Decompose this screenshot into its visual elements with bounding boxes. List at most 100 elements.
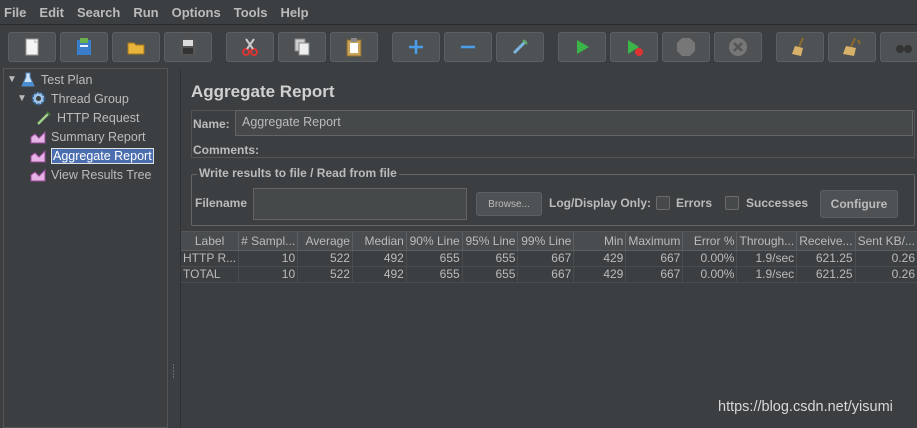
column-header[interactable]: Receive... — [796, 232, 856, 251]
table-cell: 0.00% — [682, 250, 738, 267]
browse-button[interactable]: Browse... — [476, 192, 542, 216]
aggregate-report-panel: Aggregate Report Name: Aggregate Report … — [180, 70, 917, 428]
table-header-row: Label # Sampl... Average Median 90% Line… — [181, 232, 917, 251]
tree-expanded-arrow-icon[interactable]: ▼ — [7, 74, 17, 85]
binoculars-icon — [896, 45, 912, 53]
tree-item-http-request[interactable]: HTTP Request — [35, 108, 139, 127]
table-cell: 667 — [517, 266, 575, 283]
clear-button[interactable] — [776, 32, 824, 62]
successes-label: Successes — [746, 196, 809, 210]
column-header[interactable]: Average — [297, 232, 353, 251]
tree-item-label: Thread Group — [51, 91, 129, 106]
copy-icon — [294, 38, 310, 56]
clear-all-button[interactable] — [828, 32, 876, 62]
copy-button[interactable] — [278, 32, 326, 62]
menu-help[interactable]: Help — [280, 5, 308, 20]
table-cell: 1.9/sec — [736, 266, 798, 283]
table-cell: HTTP R... — [181, 250, 240, 267]
tree-item-label: View Results Tree — [51, 167, 152, 182]
column-header[interactable]: Maximum — [625, 232, 684, 251]
table-cell: 655 — [462, 266, 519, 283]
filename-label: Filename — [195, 196, 248, 210]
toolbar — [0, 24, 917, 68]
menu-edit[interactable]: Edit — [39, 5, 64, 20]
name-field[interactable]: Aggregate Report — [235, 110, 913, 136]
scissors-icon — [242, 38, 258, 56]
gear-icon — [29, 90, 47, 107]
column-header[interactable]: Label — [181, 232, 240, 251]
table-cell: 429 — [573, 250, 627, 267]
table-cell: 10 — [238, 250, 299, 267]
new-button[interactable] — [8, 32, 56, 62]
menu-options[interactable]: Options — [172, 5, 221, 20]
tree-item-thread-group[interactable]: ▼ Thread Group — [17, 89, 129, 108]
expand-button[interactable] — [392, 32, 440, 62]
save-button[interactable] — [164, 32, 212, 62]
table-cell: 655 — [406, 250, 463, 267]
column-header[interactable]: Through... — [736, 232, 798, 251]
menu-run[interactable]: Run — [133, 5, 158, 20]
column-header[interactable]: Min — [573, 232, 627, 251]
menu-tools[interactable]: Tools — [234, 5, 268, 20]
shutdown-button[interactable] — [714, 32, 762, 62]
save-icon — [180, 39, 196, 55]
table-cell: 667 — [625, 266, 684, 283]
tree-item-summary-report[interactable]: Summary Report — [29, 127, 145, 146]
menu-file[interactable]: File — [4, 5, 26, 20]
filename-input[interactable] — [253, 188, 467, 220]
comments-label: Comments: — [193, 143, 260, 157]
configure-button[interactable]: Configure — [820, 190, 898, 218]
search-button[interactable] — [880, 32, 917, 62]
name-label: Name: — [193, 117, 230, 131]
column-header[interactable]: Error % — [682, 232, 738, 251]
column-header[interactable]: 95% Line — [462, 232, 519, 251]
table-cell: 655 — [406, 266, 463, 283]
tree-item-view-results-tree[interactable]: View Results Tree — [29, 165, 152, 184]
start-button[interactable] — [558, 32, 606, 62]
page-title: Aggregate Report — [191, 82, 335, 101]
table-cell: 0.26 — [855, 266, 917, 283]
successes-checkbox[interactable] — [725, 196, 739, 210]
toggle-button[interactable] — [496, 32, 544, 62]
table-row[interactable]: TOTAL 10 522 492 655 655 667 429 667 0.0… — [181, 266, 917, 283]
file-section-title: Write results to file / Read from file — [197, 166, 399, 180]
errors-label: Errors — [676, 196, 713, 210]
errors-checkbox[interactable] — [656, 196, 670, 210]
table-cell: 10 — [238, 266, 299, 283]
tree-expanded-arrow-icon[interactable]: ▼ — [17, 93, 27, 104]
column-header[interactable]: 90% Line — [406, 232, 463, 251]
clipboard-icon — [346, 38, 362, 57]
column-header[interactable]: 99% Line — [517, 232, 575, 251]
column-header[interactable]: # Sampl... — [238, 232, 299, 251]
column-header[interactable]: Sent KB/... — [855, 232, 917, 251]
table-cell: 522 — [297, 266, 353, 283]
templates-button[interactable] — [60, 32, 108, 62]
table-cell: TOTAL — [181, 266, 240, 283]
column-header[interactable]: Median — [352, 232, 407, 251]
table-cell: 429 — [573, 266, 627, 283]
menu-search[interactable]: Search — [77, 5, 120, 20]
open-button[interactable] — [112, 32, 160, 62]
tree-item-label: Aggregate Report — [51, 147, 154, 164]
table-cell: 492 — [352, 266, 407, 283]
table-row[interactable]: HTTP R... 10 522 492 655 655 667 429 667… — [181, 250, 917, 267]
table-cell: 621.25 — [796, 250, 856, 267]
comments-field[interactable] — [259, 140, 913, 158]
paste-button[interactable] — [330, 32, 378, 62]
stop-button[interactable] — [662, 32, 710, 62]
chart-icon — [29, 147, 47, 164]
minus-icon — [461, 45, 475, 49]
splitter-grip-icon[interactable]: · · · · · — [172, 362, 175, 383]
start-no-pause-button[interactable] — [610, 32, 658, 62]
tree-item-test-plan[interactable]: ▼ Test Plan — [7, 70, 92, 89]
tree-item-label: Test Plan — [41, 72, 93, 87]
chart-icon — [29, 128, 47, 145]
table-cell: 1.9/sec — [736, 250, 798, 267]
table-cell: 655 — [462, 250, 519, 267]
table-cell: 621.25 — [796, 266, 856, 283]
tree-item-aggregate-report[interactable]: Aggregate Report — [29, 146, 154, 165]
cut-button[interactable] — [226, 32, 274, 62]
stop-icon — [677, 38, 695, 56]
play-no-pause-icon — [628, 40, 643, 56]
collapse-button[interactable] — [444, 32, 492, 62]
